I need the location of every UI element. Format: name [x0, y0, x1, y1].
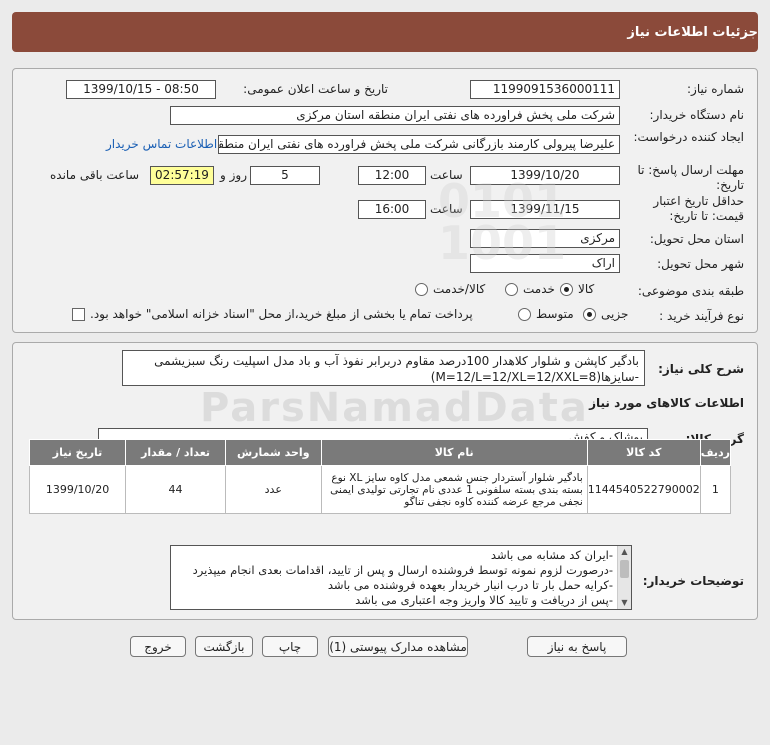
note-line: -کرایه حمل بار تا درب انبار خریدار بعهده… — [327, 578, 613, 592]
category-label: طبقه بندی موضوعی: — [637, 284, 744, 298]
category-radio-goods[interactable]: کالا — [560, 282, 594, 296]
price-validity-label: حداقل تاریخ اعتبار قیمت: تا تاریخ: — [653, 194, 744, 223]
cell-index: 1 — [699, 465, 732, 514]
note-line: -ایران کد مشابه می باشد — [490, 548, 613, 562]
reply-time-field: 12:00 — [358, 166, 426, 185]
buyer-notes-label: توضیحات خریدار: — [642, 574, 744, 588]
attachments-button[interactable]: مشاهده مدارک پیوستی (1) — [328, 636, 468, 657]
treasury-payment-label: پرداخت تمام یا بخشی از مبلغ خرید،از محل … — [90, 307, 473, 321]
process-label: نوع فرآیند خرید : — [659, 309, 744, 323]
page-header: جزئیات اطلاعات نیاز — [12, 12, 758, 52]
cell-date: 1399/10/20 — [28, 465, 127, 514]
days-label: روز و — [220, 168, 247, 182]
scroll-thumb[interactable] — [620, 560, 629, 578]
city-label: شهر محل تحویل: — [657, 257, 744, 271]
validity-time-field: 16:00 — [358, 200, 426, 219]
category-radio-service[interactable]: خدمت — [505, 282, 555, 296]
col-unit: واحد شمارش — [225, 439, 322, 466]
col-code: کد کالا — [586, 439, 701, 466]
announce-label: تاریخ و ساعت اعلان عمومی: — [243, 82, 388, 96]
buyer-contact-link[interactable]: اطلاعات تماس خریدار — [106, 137, 217, 151]
cell-quantity: 44 — [125, 465, 227, 514]
radio-icon — [505, 282, 518, 296]
goods-label: کالا — [578, 282, 595, 296]
scroll-down-icon[interactable]: ▼ — [618, 597, 631, 609]
print-button[interactable]: چاپ — [262, 636, 318, 657]
buyer-notes-text: -ایران کد مشابه می باشد -درصورت لزوم نمو… — [175, 548, 613, 608]
days-field: 5 — [250, 166, 320, 185]
back-button[interactable]: بازگشت — [195, 636, 253, 657]
validity-time-label: ساعت — [430, 202, 463, 216]
radio-icon — [583, 307, 596, 321]
cell-unit: عدد — [225, 465, 322, 514]
summary-field: بادگیر کاپشن و شلوار کلاهدار 100درصد مقا… — [122, 350, 645, 386]
remaining-time-label: ساعت باقی مانده — [50, 168, 140, 182]
buyer-notes-box[interactable]: ▲ ▼ -ایران کد مشابه می باشد -درصورت لزوم… — [170, 545, 632, 610]
goods-info-title: اطلاعات کالاهای مورد نیاز — [589, 396, 744, 410]
reply-date-field: 1399/10/20 — [470, 166, 620, 185]
radio-icon — [518, 307, 531, 321]
note-line: -درصورت لزوم نمونه توسط فروشنده ارسال و … — [192, 563, 613, 577]
reply-button[interactable]: پاسخ به نیاز — [527, 636, 627, 657]
province-field: مرکزی — [470, 229, 620, 248]
reply-time-label: ساعت — [430, 168, 463, 182]
need-number-label: شماره نیاز: — [687, 82, 744, 96]
items-table: ردیف کد کالا نام کالا واحد شمارش تعداد /… — [28, 439, 732, 514]
page-title: جزئیات اطلاعات نیاز — [627, 24, 758, 40]
minor-label: جزیی — [601, 307, 629, 321]
table-header-row: ردیف کد کالا نام کالا واحد شمارش تعداد /… — [28, 439, 732, 466]
col-index: ردیف — [699, 439, 732, 466]
buyer-org-field: شرکت ملی پخش فراورده های نفتی ایران منطق… — [170, 106, 620, 125]
scroll-up-icon[interactable]: ▲ — [618, 546, 631, 558]
need-number-field: 1199091536000111 — [470, 80, 620, 99]
city-field: اراک — [470, 254, 620, 273]
announce-field: 1399/10/15 - 08:50 — [66, 80, 216, 99]
radio-icon — [415, 282, 428, 296]
creator-field: علیرضا پیرولی کارمند بازرگانی شرکت ملی پ… — [218, 135, 620, 154]
buyer-notes-scrollbar[interactable]: ▲ ▼ — [617, 546, 631, 609]
table-row[interactable]: 1 1144540522790002 بادگیر شلوار آستردار … — [28, 465, 732, 514]
validity-date-field: 1399/11/15 — [470, 200, 620, 219]
col-quantity: تعداد / مقدار — [125, 439, 227, 466]
cell-code: 1144540522790002 — [586, 465, 701, 514]
service-label: خدمت — [523, 282, 555, 296]
summary-label: شرح کلی نیاز: — [658, 362, 744, 376]
treasury-payment-option[interactable]: پرداخت تمام یا بخشی از مبلغ خرید،از محل … — [72, 307, 473, 321]
goods-service-label: کالا/خدمت — [433, 282, 486, 296]
remaining-time-field: 02:57:19 — [150, 166, 214, 185]
items-table-wrap: ردیف کد کالا نام کالا واحد شمارش تعداد /… — [28, 439, 732, 514]
checkbox-icon — [72, 307, 85, 321]
buyer-org-label: نام دستگاه خریدار: — [649, 108, 745, 122]
province-label: استان محل تحویل: — [649, 232, 744, 246]
col-name: نام کالا — [320, 439, 588, 466]
note-line: -پس از دریافت و تایید کالا واریز وجه اعت… — [355, 593, 613, 607]
col-date: تاریخ نیاز — [28, 439, 127, 466]
cell-name: بادگیر شلوار آستردار جنس شمعی مدل کاوه س… — [320, 465, 588, 514]
reply-deadline-label: مهلت ارسال پاسخ: تا تاریخ: — [637, 163, 744, 192]
medium-label: متوسط — [536, 307, 574, 321]
creator-label: ایجاد کننده درخواست: — [633, 130, 744, 144]
exit-button[interactable]: خروج — [130, 636, 186, 657]
process-radio-medium[interactable]: متوسط — [518, 307, 574, 321]
category-radio-goods-service[interactable]: کالا/خدمت — [415, 282, 485, 296]
process-radio-minor[interactable]: جزیی — [583, 307, 628, 321]
radio-icon — [560, 282, 573, 296]
